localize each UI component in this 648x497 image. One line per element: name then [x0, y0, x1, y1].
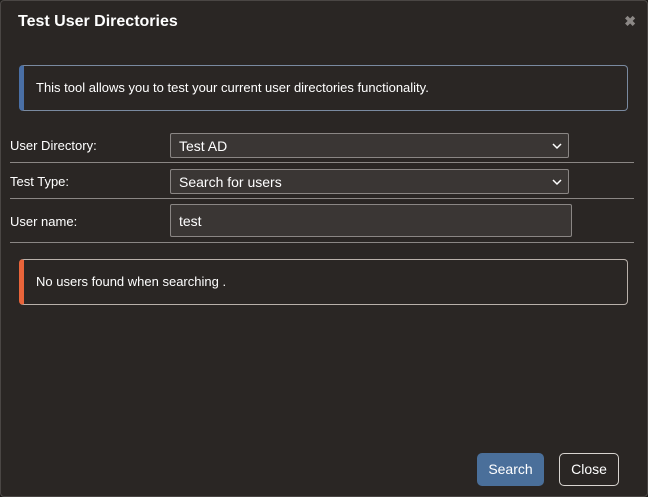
test-type-label: Test Type:	[10, 174, 70, 189]
test-user-directories-dialog: Test User Directories ✖ This tool allows…	[0, 0, 648, 497]
result-alert-text: No users found when searching .	[36, 274, 227, 289]
row-divider	[10, 162, 634, 163]
row-divider	[10, 242, 634, 243]
test-type-select[interactable]: Search for users	[170, 169, 569, 194]
info-alert-text: This tool allows you to test your curren…	[36, 80, 429, 95]
close-button[interactable]: Close	[559, 453, 619, 486]
chevron-down-icon	[552, 143, 562, 150]
row-divider	[10, 198, 634, 199]
info-alert: This tool allows you to test your curren…	[19, 65, 628, 111]
user-directory-select[interactable]: Test AD	[170, 133, 569, 158]
chevron-down-icon	[552, 179, 562, 186]
dialog-title: Test User Directories	[18, 13, 178, 30]
user-directory-value: Test AD	[179, 138, 228, 154]
result-alert: No users found when searching .	[19, 259, 628, 305]
test-type-value: Search for users	[179, 174, 282, 190]
search-button[interactable]: Search	[477, 453, 544, 486]
dialog-header: Test User Directories ✖	[1, 1, 647, 45]
user-name-input[interactable]	[170, 204, 572, 237]
user-name-label: User name:	[10, 214, 78, 229]
user-directory-label: User Directory:	[10, 138, 97, 153]
close-icon[interactable]: ✖	[624, 13, 636, 29]
